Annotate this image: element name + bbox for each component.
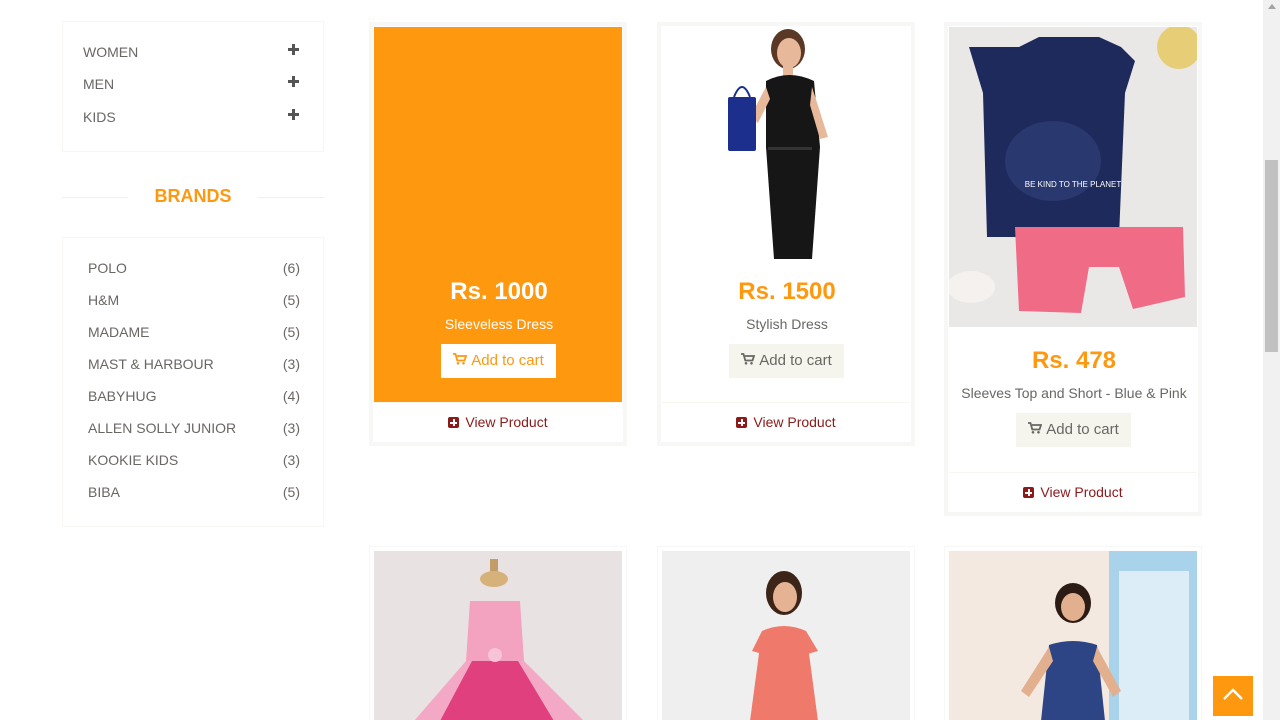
view-product-label: View Product [753, 414, 836, 430]
brand-count: (5) [282, 292, 300, 308]
brand-count: (5) [282, 484, 300, 500]
view-product-link[interactable]: View Product [374, 402, 622, 440]
brand-name[interactable]: KOOKIE KIDS [88, 452, 178, 468]
brand-count: (6) [282, 260, 300, 276]
scroll-to-top-button[interactable] [1213, 676, 1253, 716]
plus-square-icon [736, 417, 748, 428]
category-label[interactable]: MEN [83, 76, 114, 92]
add-to-cart-button[interactable]: Add to cart [729, 344, 844, 378]
brand-item[interactable]: BABYHUG (4) [88, 386, 300, 406]
divider [258, 197, 324, 198]
category-label[interactable]: WOMEN [83, 44, 138, 60]
shopping-cart-icon [741, 344, 756, 378]
product-image[interactable] [662, 27, 910, 259]
brand-item[interactable]: BIBA (5) [88, 482, 300, 502]
category-kids[interactable]: KIDS [83, 107, 305, 127]
product-card[interactable]: Rs. 1500 Stylish Dress Add to cart View … [657, 22, 915, 446]
brand-count: (5) [282, 324, 300, 340]
plus-square-icon [1023, 487, 1035, 498]
product-image[interactable]: BE KIND TO THE PLANET [949, 27, 1197, 327]
chevron-up-icon [1223, 688, 1243, 700]
product-price: Rs. 1000 [450, 278, 548, 305]
brand-item[interactable]: MAST & HARBOUR (3) [88, 354, 300, 374]
view-product-link[interactable]: View Product [949, 472, 1197, 510]
brand-count: (3) [282, 356, 300, 372]
brands-heading: BRANDS [62, 183, 324, 209]
brand-name[interactable]: ALLEN SOLLY JUNIOR [88, 420, 236, 436]
svg-text:BE KIND TO THE PLANET: BE KIND TO THE PLANET [1025, 180, 1122, 189]
add-to-cart-label: Add to cart [471, 352, 544, 369]
product-name: Sleeves Top and Short - Blue & Pink [961, 385, 1187, 401]
product-price: Rs. 478 [1031, 347, 1117, 374]
add-to-cart-button[interactable]: Add to cart [1016, 413, 1131, 447]
view-product-label: View Product [1040, 484, 1123, 500]
plus-icon[interactable] [288, 76, 299, 87]
plus-square-icon [448, 417, 460, 428]
product-card[interactable]: BE KIND TO THE PLANET Rs. 478 Sleeves To… [944, 22, 1202, 516]
category-men[interactable]: MEN [83, 74, 305, 94]
brand-name[interactable]: POLO [88, 260, 127, 276]
brand-name[interactable]: MAST & HARBOUR [88, 356, 214, 372]
brand-item[interactable]: H&M (5) [88, 290, 300, 310]
plus-icon[interactable] [288, 109, 299, 120]
shopping-cart-icon [1028, 413, 1043, 447]
brand-item[interactable]: ALLEN SOLLY JUNIOR (3) [88, 418, 300, 438]
brand-item[interactable]: POLO (6) [88, 258, 300, 278]
brand-panel: POLO (6) H&M (5) MADAME (5) MAST & HARBOUR (… [62, 237, 324, 527]
plus-icon[interactable] [288, 44, 299, 55]
view-product-link[interactable]: View Product [662, 402, 910, 440]
product-price: Rs. 1500 [738, 278, 836, 305]
category-panel: WOMEN MEN KIDS [62, 21, 324, 152]
brand-name[interactable]: BIBA [88, 484, 120, 500]
add-to-cart-button[interactable]: Add to cart [441, 344, 556, 378]
page-scrollbar[interactable] [1263, 0, 1280, 720]
brand-count: (3) [282, 452, 300, 468]
product-name: Stylish Dress [746, 316, 828, 332]
shopping-cart-icon [453, 344, 468, 378]
product-image[interactable] [949, 551, 1197, 720]
brand-count: (3) [282, 420, 300, 436]
product-image[interactable] [374, 551, 622, 720]
scroll-up-arrow-icon[interactable] [1268, 4, 1276, 9]
view-product-label: View Product [465, 414, 548, 430]
product-card[interactable] [369, 546, 627, 720]
brand-item[interactable]: KOOKIE KIDS (3) [88, 450, 300, 470]
product-card[interactable] [657, 546, 915, 720]
brand-name[interactable]: MADAME [88, 324, 149, 340]
add-to-cart-label: Add to cart [1046, 421, 1119, 438]
brand-item[interactable]: MADAME (5) [88, 322, 300, 342]
product-card[interactable]: Rs. 1000 Sleeveless Dress Add to cart Vi… [369, 22, 627, 446]
product-image[interactable] [662, 551, 910, 720]
add-to-cart-label: Add to cart [759, 352, 832, 369]
product-name: Sleeveless Dress [444, 316, 554, 332]
scroll-thumb[interactable] [1265, 160, 1278, 352]
brand-name[interactable]: BABYHUG [88, 388, 156, 404]
product-card[interactable] [944, 546, 1202, 720]
brand-count: (4) [282, 388, 300, 404]
brand-name[interactable]: H&M [88, 292, 119, 308]
category-label[interactable]: KIDS [83, 109, 116, 125]
category-women[interactable]: WOMEN [83, 42, 305, 62]
